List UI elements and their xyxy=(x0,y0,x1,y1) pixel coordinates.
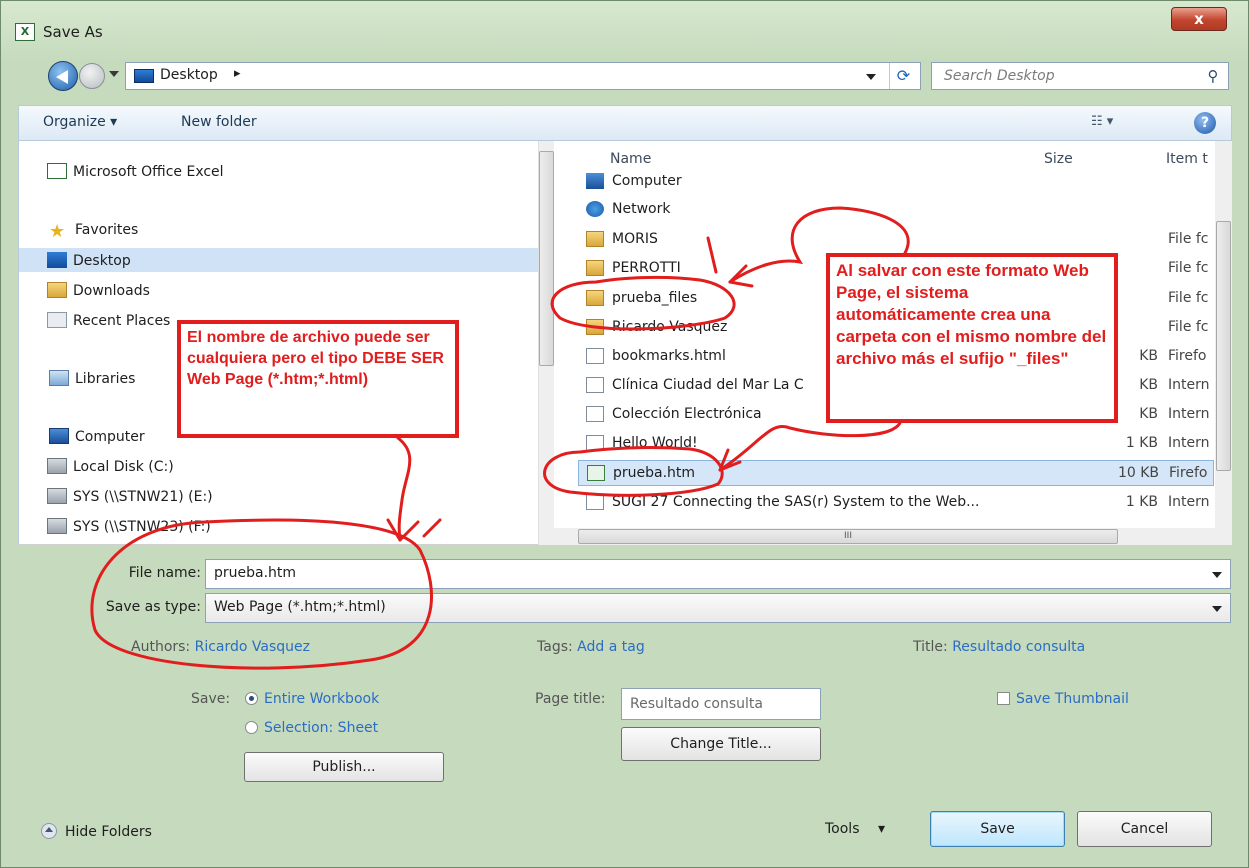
address-bar[interactable]: Desktop ▸ xyxy=(125,62,921,90)
column-size[interactable]: Size xyxy=(1044,151,1073,167)
shortcut-icon xyxy=(586,406,604,422)
downloads-folder-icon xyxy=(47,282,67,298)
folder-icon xyxy=(586,260,604,276)
title-meta: Title: Resultado consulta xyxy=(913,639,1086,655)
view-options-icon[interactable]: ☷ ▾ xyxy=(1091,114,1121,132)
folder-icon xyxy=(586,231,604,247)
nav-item-drive-e[interactable]: SYS (\\STNW21) (E:) xyxy=(47,488,213,505)
computer-icon xyxy=(49,428,69,444)
desktop-icon xyxy=(47,252,67,268)
annotation-right: Al salvar con este formato Web Page, el … xyxy=(826,253,1118,423)
change-title-button[interactable]: Change Title... xyxy=(621,727,821,761)
column-name[interactable]: Name xyxy=(610,151,651,167)
shortcut-icon xyxy=(586,435,604,451)
shortcut-icon xyxy=(586,494,604,510)
file-list-hscroll-thumb[interactable]: III xyxy=(578,529,1118,544)
page-title-field: Resultado consulta xyxy=(621,688,821,720)
window-title: Save As xyxy=(43,23,103,41)
save-button[interactable]: Save xyxy=(930,811,1065,847)
nav-item-libraries[interactable]: Libraries xyxy=(49,370,135,387)
authors-value[interactable]: Ricardo Vasquez xyxy=(195,639,310,655)
refresh-icon[interactable]: ⟳ xyxy=(889,63,917,89)
chevron-up-icon xyxy=(41,823,57,839)
html-file-icon xyxy=(586,348,604,364)
publish-button[interactable]: Publish... xyxy=(244,752,444,782)
filename-field[interactable]: prueba.htm xyxy=(205,559,1231,589)
column-type[interactable]: Item t xyxy=(1166,151,1208,167)
list-item-selected[interactable]: prueba.htm 10 KB Firefo xyxy=(578,460,1214,486)
save-type-select[interactable]: Web Page (*.htm;*.html) xyxy=(205,593,1231,623)
excel-icon xyxy=(47,163,67,179)
radio-icon[interactable] xyxy=(245,721,258,734)
file-list-vscroll-thumb[interactable] xyxy=(1216,221,1231,471)
shortcut-icon xyxy=(586,377,604,393)
selection-sheet-radio[interactable]: Selection: Sheet xyxy=(245,720,378,736)
list-item[interactable]: Hello World! 1 KB Intern xyxy=(578,431,1214,457)
nav-item-excel[interactable]: Microsoft Office Excel xyxy=(47,163,224,180)
hide-folders-button[interactable]: Hide Folders xyxy=(41,823,152,840)
htm-file-icon xyxy=(587,465,605,481)
authors-meta: Authors: Ricardo Vasquez xyxy=(131,639,310,655)
chevron-down-icon[interactable] xyxy=(1212,606,1222,612)
radio-selected-icon[interactable] xyxy=(245,692,258,705)
folder-icon xyxy=(586,319,604,335)
tools-button[interactable]: Tools ▾ xyxy=(825,821,885,837)
forward-button[interactable] xyxy=(79,63,105,89)
tags-meta: Tags: Add a tag xyxy=(537,639,645,655)
nav-item-drive-c[interactable]: Local Disk (C:) xyxy=(47,458,174,475)
address-location[interactable]: Desktop xyxy=(160,67,218,83)
list-item[interactable]: Computer xyxy=(578,169,1214,195)
address-dropdown-icon[interactable] xyxy=(866,74,876,80)
computer-icon xyxy=(586,173,604,189)
nav-item-favorites[interactable]: ★ Favorites xyxy=(49,221,138,242)
page-title-label: Page title: xyxy=(535,691,606,707)
save-scope-label: Save: xyxy=(191,691,231,707)
filename-label: File name: xyxy=(128,565,201,581)
breadcrumb-chevron-icon[interactable]: ▸ xyxy=(234,66,241,81)
back-button[interactable] xyxy=(48,61,78,91)
desktop-icon xyxy=(134,69,154,83)
list-item[interactable]: MORIS File fc xyxy=(578,227,1214,253)
command-bar: Organize ▾ New folder ☷ ▾ ? xyxy=(18,105,1232,141)
chevron-down-icon: ▾ xyxy=(877,821,885,837)
close-button[interactable]: x xyxy=(1171,7,1227,31)
entire-workbook-radio[interactable]: Entire Workbook xyxy=(245,691,379,707)
organize-button[interactable]: Organize ▾ xyxy=(43,114,117,130)
search-icon[interactable]: ⚲ xyxy=(1204,67,1222,85)
nav-item-drive-f[interactable]: SYS (\\STNW23) (F:) xyxy=(47,518,211,535)
save-thumbnail-checkbox[interactable]: Save Thumbnail xyxy=(997,691,1129,707)
list-item[interactable]: Network xyxy=(578,197,1214,223)
nav-item-desktop[interactable]: Desktop xyxy=(47,252,131,269)
annotation-left: El nombre de archivo puede ser cualquier… xyxy=(177,320,459,438)
star-icon: ★ xyxy=(49,221,66,242)
recent-locations-icon[interactable] xyxy=(109,71,119,77)
chevron-down-icon[interactable] xyxy=(1212,572,1222,578)
network-drive-icon xyxy=(47,488,67,504)
help-icon[interactable]: ? xyxy=(1194,112,1216,134)
list-item[interactable]: SUGI 27 Connecting the SAS(r) System to … xyxy=(578,490,1214,516)
nav-item-computer[interactable]: Computer xyxy=(49,428,145,445)
recent-places-icon xyxy=(47,312,67,328)
cancel-button[interactable]: Cancel xyxy=(1077,811,1212,847)
nav-scroll-thumb[interactable] xyxy=(539,151,554,366)
title-value[interactable]: Resultado consulta xyxy=(952,639,1085,655)
excel-icon: X xyxy=(15,23,35,41)
nav-item-recent[interactable]: Recent Places xyxy=(47,312,170,329)
title-bar: X Save As x xyxy=(1,1,1248,47)
network-drive-icon xyxy=(47,518,67,534)
folder-icon xyxy=(586,290,604,306)
save-type-label: Save as type: xyxy=(105,599,201,615)
new-folder-button[interactable]: New folder xyxy=(181,114,257,130)
nav-item-downloads[interactable]: Downloads xyxy=(47,282,150,299)
libraries-icon xyxy=(49,370,69,386)
search-placeholder: Search Desktop xyxy=(944,68,1055,84)
hard-drive-icon xyxy=(47,458,67,474)
network-icon xyxy=(586,201,604,217)
search-input[interactable]: Search Desktop ⚲ xyxy=(931,62,1229,90)
checkbox-icon[interactable] xyxy=(997,692,1010,705)
tags-value[interactable]: Add a tag xyxy=(577,639,645,655)
